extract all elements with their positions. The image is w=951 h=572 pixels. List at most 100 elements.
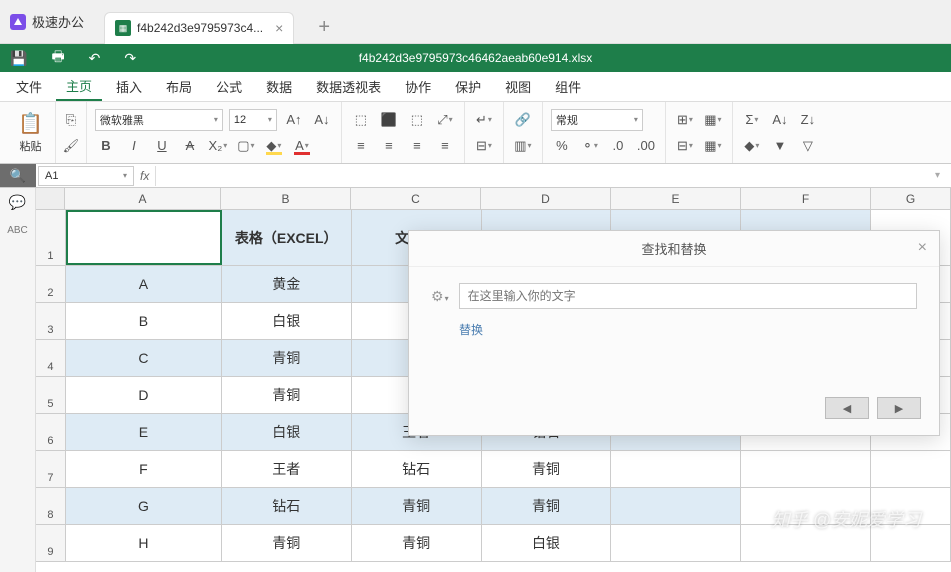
insert-cells-icon[interactable]: ⊞▾ bbox=[674, 109, 696, 131]
cell[interactable]: 白银 bbox=[482, 525, 612, 561]
border-button[interactable]: ▢▾ bbox=[235, 135, 257, 157]
select-all-corner[interactable] bbox=[36, 188, 65, 209]
tab-close-icon[interactable]: × bbox=[275, 20, 283, 36]
menu-文件[interactable]: 文件 bbox=[6, 73, 52, 100]
wrap-text-icon[interactable]: ↵▾ bbox=[473, 109, 495, 131]
cell[interactable]: 青铜 bbox=[482, 488, 612, 524]
row-header[interactable]: 7 bbox=[36, 451, 66, 487]
document-tab[interactable]: ▦ f4b242d3e9795973c4... × bbox=[104, 12, 294, 44]
cell[interactable]: 青铜 bbox=[352, 488, 482, 524]
sort-desc-icon[interactable]: Z↓ bbox=[797, 109, 819, 131]
cell[interactable] bbox=[871, 525, 951, 561]
align-justify-icon[interactable]: ≡ bbox=[434, 135, 456, 157]
dialog-close-icon[interactable]: × bbox=[918, 239, 927, 257]
menu-视图[interactable]: 视图 bbox=[495, 73, 541, 100]
cell[interactable]: 黄金 bbox=[222, 266, 352, 302]
increase-font-icon[interactable]: A↑ bbox=[283, 109, 305, 131]
fx-icon[interactable]: fx bbox=[134, 169, 155, 183]
redo-icon[interactable]: ↷ bbox=[124, 50, 136, 67]
strikethrough-button[interactable]: A bbox=[179, 135, 201, 157]
col-header-A[interactable]: A bbox=[65, 188, 221, 209]
cell[interactable] bbox=[611, 525, 741, 561]
cell[interactable]: 青铜 bbox=[222, 340, 352, 376]
orientation-icon[interactable]: ⤢▾ bbox=[434, 109, 456, 131]
comment-tool-icon[interactable]: 💬 bbox=[9, 194, 26, 211]
table-format-icon[interactable]: ▦▾ bbox=[702, 135, 724, 157]
cell[interactable] bbox=[611, 451, 741, 487]
italic-button[interactable]: I bbox=[123, 135, 145, 157]
format-cells-icon[interactable]: ▦▾ bbox=[702, 109, 724, 131]
col-header-B[interactable]: B bbox=[221, 188, 351, 209]
cell[interactable]: A bbox=[66, 266, 222, 302]
format-painter-icon[interactable]: 🖌 bbox=[60, 135, 82, 157]
search-sidebar-toggle[interactable]: 🔍 bbox=[0, 164, 36, 187]
menu-数据透视表[interactable]: 数据透视表 bbox=[306, 73, 391, 100]
replace-link[interactable]: 替换 bbox=[459, 321, 917, 338]
cell[interactable]: F bbox=[66, 451, 222, 487]
row-header[interactable]: 4 bbox=[36, 340, 66, 376]
number-format-select[interactable]: 常规▾ bbox=[551, 109, 643, 131]
abc-tool-icon[interactable]: ABC bbox=[7, 225, 28, 236]
menu-组件[interactable]: 组件 bbox=[545, 73, 591, 100]
cell[interactable]: 钻石 bbox=[222, 488, 352, 524]
cell[interactable]: 钻石 bbox=[352, 451, 482, 487]
print-icon[interactable]: 🖶 bbox=[51, 46, 64, 70]
align-top-icon[interactable]: ⬚ bbox=[350, 109, 372, 131]
col-header-F[interactable]: F bbox=[741, 188, 871, 209]
autosum-icon[interactable]: Σ▾ bbox=[741, 109, 763, 131]
expand-formula-icon[interactable]: ▾ bbox=[935, 170, 951, 181]
cell[interactable] bbox=[741, 525, 871, 561]
row-header[interactable]: 1 bbox=[36, 210, 66, 265]
dialog-title-bar[interactable]: 查找和替换 × bbox=[409, 231, 939, 267]
new-tab-button[interactable]: + bbox=[318, 16, 330, 39]
font-family-select[interactable]: 微软雅黑▾ bbox=[95, 109, 223, 131]
row-header[interactable]: 5 bbox=[36, 377, 66, 413]
increase-decimal-icon[interactable]: .0 bbox=[607, 135, 629, 157]
percent-icon[interactable]: % bbox=[551, 135, 573, 157]
merge-cells-icon[interactable]: ⊟▾ bbox=[473, 135, 495, 157]
accounting-icon[interactable]: ⚬▾ bbox=[579, 135, 601, 157]
cell[interactable]: 白银 bbox=[222, 414, 352, 450]
paste-button[interactable]: 📋 粘贴 bbox=[14, 109, 47, 156]
cell[interactable]: B bbox=[66, 303, 222, 339]
align-bottom-icon[interactable]: ⬚ bbox=[406, 109, 428, 131]
subscript-button[interactable]: X₂▾ bbox=[207, 135, 229, 157]
copy-icon[interactable]: ⎘ bbox=[60, 109, 82, 131]
filter-clear-icon[interactable]: ▽ bbox=[797, 135, 819, 157]
formula-input[interactable] bbox=[155, 166, 935, 186]
cell[interactable]: E bbox=[66, 414, 222, 450]
menu-主页[interactable]: 主页 bbox=[56, 72, 102, 101]
cell[interactable]: 青铜 bbox=[222, 525, 352, 561]
bold-button[interactable]: B bbox=[95, 135, 117, 157]
cell[interactable] bbox=[871, 451, 951, 487]
align-right-icon[interactable]: ≡ bbox=[406, 135, 428, 157]
row-header[interactable]: 8 bbox=[36, 488, 66, 524]
align-center-icon[interactable]: ≡ bbox=[378, 135, 400, 157]
row-header[interactable]: 2 bbox=[36, 266, 66, 302]
row-header[interactable]: 6 bbox=[36, 414, 66, 450]
cell[interactable]: 表格（EXCEL） bbox=[222, 210, 352, 265]
hyperlink-icon[interactable]: 🔗 bbox=[512, 109, 534, 131]
menu-布局[interactable]: 布局 bbox=[156, 73, 202, 100]
row-header[interactable]: 9 bbox=[36, 525, 66, 561]
font-size-select[interactable]: 12▾ bbox=[229, 109, 277, 131]
cell[interactable]: D bbox=[66, 377, 222, 413]
cell[interactable]: 青铜 bbox=[352, 525, 482, 561]
undo-icon[interactable]: ↶ bbox=[89, 50, 101, 67]
align-left-icon[interactable]: ≡ bbox=[350, 135, 372, 157]
menu-公式[interactable]: 公式 bbox=[206, 73, 252, 100]
cell[interactable]: C bbox=[66, 340, 222, 376]
font-color-button[interactable]: A▾ bbox=[291, 135, 313, 157]
find-next-button[interactable]: ▶ bbox=[877, 397, 921, 419]
align-middle-icon[interactable]: ⬛ bbox=[378, 109, 400, 131]
named-range-icon[interactable]: ▥▾ bbox=[512, 135, 534, 157]
gear-icon[interactable]: ⚙▾ bbox=[431, 288, 449, 305]
cell[interactable] bbox=[66, 210, 222, 265]
cell[interactable] bbox=[741, 488, 871, 524]
cell[interactable] bbox=[741, 451, 871, 487]
col-header-D[interactable]: D bbox=[481, 188, 611, 209]
cell[interactable]: G bbox=[66, 488, 222, 524]
cell[interactable]: H bbox=[66, 525, 222, 561]
menu-插入[interactable]: 插入 bbox=[106, 73, 152, 100]
name-box[interactable]: A1▾ bbox=[38, 166, 134, 186]
